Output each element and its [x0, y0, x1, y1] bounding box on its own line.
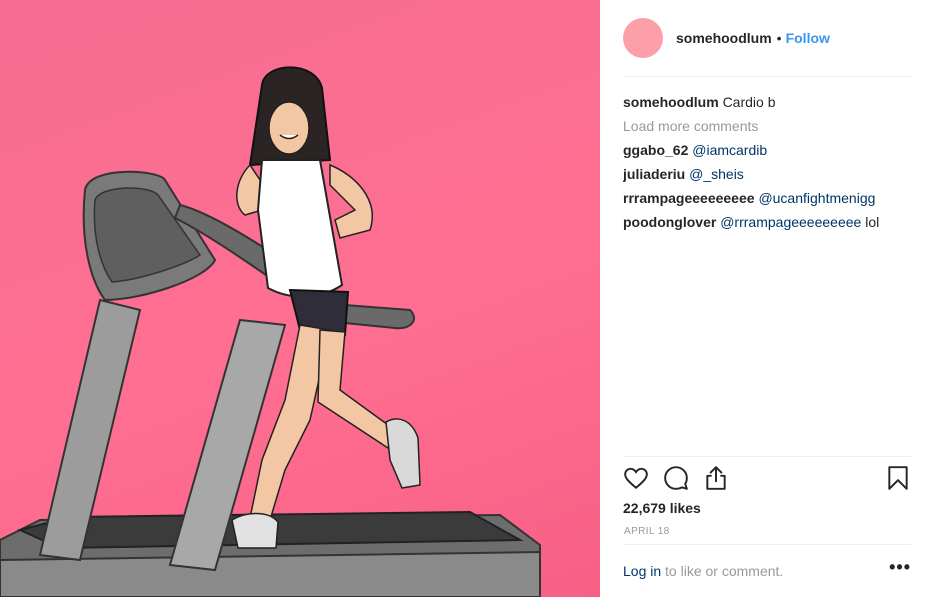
post-image[interactable]: [0, 0, 600, 597]
post-sidebar: somehoodlum • Follow somehoodlum Cardio …: [600, 0, 933, 597]
comment-text: lol: [865, 214, 880, 230]
header-divider: [623, 76, 911, 77]
comment-mention[interactable]: @ucanfightmenigg: [758, 190, 875, 206]
caption-username[interactable]: somehoodlum: [623, 94, 719, 110]
comment-username[interactable]: poodonglover: [623, 214, 716, 230]
heart-icon[interactable]: [623, 465, 651, 493]
more-options-button[interactable]: •••: [889, 557, 911, 578]
comment-item: rrrampageeeeeeeee @ucanfightmenigg: [623, 186, 911, 210]
comment-mention[interactable]: @_sheis: [689, 166, 744, 182]
login-prompt: Log in to like or comment. •••: [623, 557, 911, 579]
actions-divider: [623, 456, 911, 457]
caption-text: Cardio b: [722, 94, 776, 110]
login-link[interactable]: Log in: [623, 563, 661, 579]
comment-item: ggabo_62 @iamcardib: [623, 138, 911, 162]
comments-section: somehoodlum Cardio b Load more comments …: [623, 90, 911, 234]
follow-button[interactable]: Follow: [786, 30, 830, 46]
post-username[interactable]: somehoodlum: [676, 30, 772, 46]
share-icon[interactable]: [703, 465, 731, 493]
comment-mention[interactable]: @iamcardib: [692, 142, 767, 158]
post-header: somehoodlum • Follow: [623, 18, 911, 58]
comment-username[interactable]: rrrampageeeeeeeee: [623, 190, 755, 206]
comment-item: poodonglover @rrrampageeeeeeeee lol: [623, 210, 911, 234]
login-prompt-text: to like or comment.: [665, 563, 784, 579]
likes-count[interactable]: 22,679 likes: [623, 500, 701, 516]
avatar[interactable]: [623, 18, 663, 58]
comment-username[interactable]: juliaderiu: [623, 166, 685, 182]
bookmark-icon[interactable]: [885, 465, 913, 493]
comment-username[interactable]: ggabo_62: [623, 142, 688, 158]
comment-item: juliaderiu @_sheis: [623, 162, 911, 186]
comment-mention[interactable]: @rrrampageeeeeeeee: [720, 214, 861, 230]
load-more-comments-button[interactable]: Load more comments: [623, 118, 758, 134]
post-date: APRIL 18: [624, 526, 670, 537]
load-more-row: Load more comments: [623, 114, 911, 138]
caption: somehoodlum Cardio b: [623, 90, 911, 114]
footer-divider: [623, 544, 911, 545]
action-bar: [623, 465, 913, 495]
treadmill-runner-illustration: [0, 66, 541, 597]
comment-icon[interactable]: [663, 465, 691, 493]
separator-dot: •: [776, 30, 782, 46]
